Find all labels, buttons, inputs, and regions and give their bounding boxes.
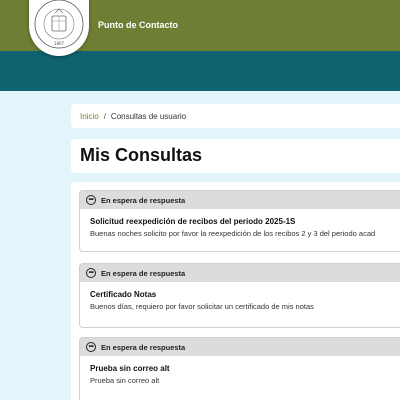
consulta-title[interactable]: Prueba sin correo alt xyxy=(90,364,400,373)
consulta-title[interactable]: Solicitud reexpedición de recibos del pe… xyxy=(90,217,400,226)
university-logo[interactable]: 1867 xyxy=(29,0,89,56)
consulta-body: Solicitud reexpedición de recibos del pe… xyxy=(80,209,400,238)
consulta-status: En espera de respuesta xyxy=(101,342,186,352)
consulta-body: Prueba sin correo alt Prueba sin correo … xyxy=(80,356,400,385)
consulta-title[interactable]: Certificado Notas xyxy=(90,290,400,299)
consulta-description: Buenos días, requiero por favor solicita… xyxy=(90,302,314,311)
app-title[interactable]: Punto de Contacto xyxy=(98,20,178,30)
consulta-description: Buenas noches solicito por favor la reex… xyxy=(90,229,376,238)
consulta-body: Certificado Notas Buenos días, requiero … xyxy=(80,282,400,311)
consultas-list: ••• En espera de respuesta Solicitud ree… xyxy=(71,182,400,400)
ellipsis-circle-icon: ••• xyxy=(86,268,96,278)
consulta-status-header: ••• En espera de respuesta xyxy=(80,264,400,282)
breadcrumb-separator: / xyxy=(103,111,106,121)
consulta-status-header: ••• En espera de respuesta xyxy=(80,338,400,356)
consulta-status: En espera de respuesta xyxy=(101,195,186,205)
ellipsis-circle-icon: ••• xyxy=(86,342,96,352)
consulta-item[interactable]: ••• En espera de respuesta Prueba sin co… xyxy=(79,337,400,400)
ellipsis-circle-icon: ••• xyxy=(86,195,96,205)
page-title: Mis Consultas xyxy=(80,145,203,165)
page-title-card: Mis Consultas xyxy=(71,139,400,173)
svg-text:1867: 1867 xyxy=(54,41,65,46)
breadcrumb-home-link[interactable]: Inicio xyxy=(80,112,99,121)
seal-icon: 1867 xyxy=(34,0,84,49)
teal-header-band xyxy=(0,51,400,91)
consulta-status-header: ••• En espera de respuesta xyxy=(80,191,400,209)
breadcrumb-current: Consultas de usuario xyxy=(110,111,187,121)
consulta-item[interactable]: ••• En espera de respuesta Certificado N… xyxy=(79,263,400,328)
consulta-description: Prueba sin correo alt xyxy=(90,376,160,385)
consulta-item[interactable]: ••• En espera de respuesta Solicitud ree… xyxy=(79,190,400,252)
consulta-status: En espera de respuesta xyxy=(101,268,186,278)
breadcrumb: Inicio / Consultas de usuario xyxy=(71,104,400,128)
